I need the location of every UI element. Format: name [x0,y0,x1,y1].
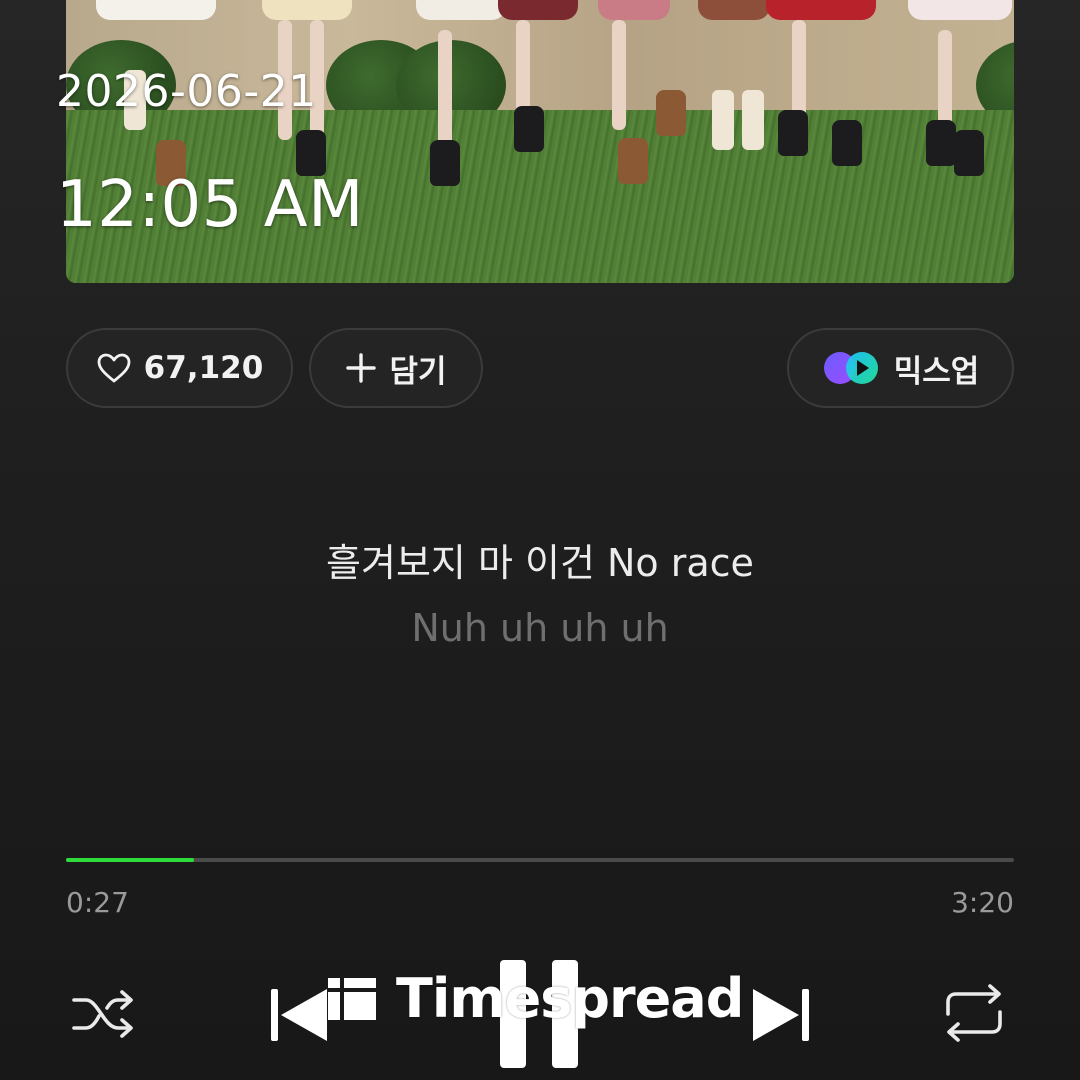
skip-previous-icon [267,983,331,1051]
watermark-logo-icon [326,972,378,1024]
album-art-figure [908,0,1012,20]
album-art-figure [262,0,352,20]
pause-button[interactable] [494,960,586,1072]
skip-next-icon [749,983,813,1051]
shuffle-icon [70,986,138,1046]
next-track-button[interactable] [748,984,814,1050]
player-screen: 2026-06-21 12:05 AM 67,120 담기 믹스업 흘겨보지 마… [0,0,1080,1080]
album-art-figure [514,106,544,152]
pause-icon [494,958,586,1074]
album-art-figure [766,0,876,20]
album-art-figure [742,90,764,150]
previous-track-button[interactable] [266,984,332,1050]
album-art-figure [832,120,862,166]
album-art-figure [430,140,460,186]
add-label: 담기 [389,353,447,390]
album-art-figure [498,0,578,20]
add-to-playlist-button[interactable]: 담기 [309,328,483,408]
album-art-figure [698,0,770,20]
album-art-figure [598,0,670,20]
album-art-figure [954,130,984,176]
album-art-figure [778,110,808,156]
plus-icon [345,352,377,384]
overlay-date: 2026-06-21 [56,66,317,117]
progress-fill [66,858,194,862]
album-art-figure [618,138,648,184]
progress-bar[interactable] [66,858,1014,862]
album-art-figure [416,0,506,20]
repeat-button[interactable] [940,984,1008,1046]
album-art-figure [926,120,956,166]
album-art-figure [96,0,216,20]
mixup-icon [822,350,882,386]
album-art-figure [938,30,952,130]
like-button[interactable]: 67,120 [66,328,293,408]
elapsed-time: 0:27 [66,886,129,919]
album-art-figure [438,30,452,150]
album-art-figure [656,90,686,136]
like-count: 67,120 [143,350,264,386]
repeat-icon [942,984,1006,1046]
shuffle-button[interactable] [68,986,140,1046]
lyric-current-line[interactable]: 흘겨보지 마 이건 No race [0,532,1080,587]
album-art-figure [792,20,806,120]
heart-icon [96,352,132,384]
lyric-next-line[interactable]: Nuh uh uh uh [0,606,1080,650]
mixup-label: 믹스업 [893,353,980,390]
overlay-time: 12:05 AM [56,168,364,242]
album-art-figure [516,20,530,120]
mixup-button[interactable]: 믹스업 [787,328,1014,408]
album-art-figure [712,90,734,150]
album-art-figure [612,20,626,130]
total-time: 3:20 [951,886,1014,919]
